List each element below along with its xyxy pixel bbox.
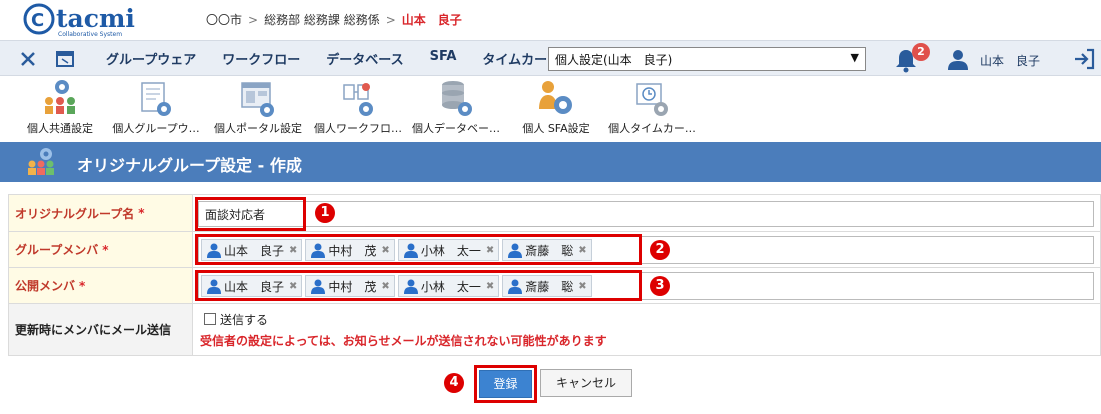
settings-select-value: 個人設定(山本 良子) bbox=[555, 53, 673, 67]
annotation-marker-2: 2 bbox=[650, 240, 670, 260]
tool-personal-database[interactable]: 個人データベー… bbox=[408, 77, 504, 140]
workflow-gear-icon bbox=[343, 83, 373, 116]
nav-groupware[interactable]: グループウェア bbox=[106, 49, 196, 68]
nav-timecard[interactable]: タイムカー bbox=[482, 49, 547, 68]
svg-text:C: C bbox=[31, 10, 44, 31]
top-header: C tacmi Collaborative System 〇〇市 > 総務部 総務課… bbox=[0, 0, 1101, 40]
tool-label: 個人タイムカー… bbox=[608, 122, 696, 135]
tool-personal-sfa[interactable]: 個人 SFA設定 bbox=[508, 77, 604, 140]
submit-button[interactable]: 登録 bbox=[479, 370, 532, 398]
portal-gear-icon bbox=[241, 82, 274, 117]
tool-label: 個人グループウ… bbox=[112, 122, 200, 135]
tool-label: 個人ポータル設定 bbox=[214, 122, 302, 135]
breadcrumb-city[interactable]: 〇〇市 bbox=[206, 13, 242, 27]
annotation-marker-4: 4 bbox=[444, 373, 464, 393]
highlight-box-2 bbox=[195, 234, 642, 265]
breadcrumb: 〇〇市 > 総務部 総務課 総務係 > 山本 良子 bbox=[206, 13, 462, 27]
chevron-down-icon: ▼ bbox=[850, 51, 859, 64]
logout-icon[interactable] bbox=[1072, 47, 1096, 71]
close-icon[interactable] bbox=[16, 47, 40, 71]
group-name-label: オリジナルグループ名 * bbox=[8, 195, 193, 231]
notify-checkbox-label[interactable]: 送信する bbox=[220, 311, 268, 328]
nav-database[interactable]: データベース bbox=[326, 49, 403, 68]
page-title-bar: オリジナルグループ設定 - 作成 bbox=[0, 142, 1101, 182]
svg-text:Collaborative System: Collaborative System bbox=[58, 31, 122, 38]
page-title: オリジナルグループ設定 - 作成 bbox=[77, 156, 302, 175]
nav-menu: グループウェア ワークフロー データベース SFA タイムカー bbox=[106, 49, 573, 68]
svg-text:tacmi: tacmi bbox=[56, 4, 135, 33]
annotation-marker-3: 3 bbox=[650, 276, 670, 296]
settings-select[interactable]: 個人設定(山本 良子) ▼ bbox=[548, 47, 866, 71]
highlight-box-3 bbox=[195, 270, 642, 301]
groupware-gear-icon bbox=[141, 82, 171, 116]
group-members-label: グループメンバ * bbox=[8, 232, 193, 267]
row-notify: 更新時にメンバにメール送信 送信する 受信者の設定によっては、お知らせメールが送… bbox=[8, 304, 1101, 356]
nav-sfa[interactable]: SFA bbox=[430, 49, 457, 68]
public-members-label: 公開メンバ * bbox=[8, 268, 193, 303]
cancel-button[interactable]: キャンセル bbox=[540, 369, 632, 397]
breadcrumb-dept[interactable]: 総務部 総務課 総務係 bbox=[264, 13, 380, 27]
breadcrumb-user: 山本 良子 bbox=[401, 13, 462, 27]
notify-checkbox[interactable] bbox=[204, 313, 216, 325]
people-gear-icon bbox=[28, 148, 54, 175]
tacmi-logo[interactable]: C tacmi Collaborative System bbox=[22, 2, 142, 38]
database-gear-icon bbox=[442, 81, 472, 116]
tool-label: 個人ワークフロ… bbox=[314, 122, 402, 135]
tool-personal-workflow[interactable]: 個人ワークフロ… bbox=[310, 77, 406, 140]
tool-personal-timecard[interactable]: 個人タイムカー… bbox=[604, 77, 700, 140]
main-nav: グループウェア ワークフロー データベース SFA タイムカー 個人設定(山本 … bbox=[0, 40, 1101, 76]
row-group-name: オリジナルグループ名 * 面談対応者 bbox=[8, 194, 1101, 232]
sfa-gear-icon bbox=[539, 81, 572, 114]
tool-personal-groupware[interactable]: 個人グループウ… bbox=[108, 77, 204, 140]
user-icon[interactable] bbox=[946, 47, 970, 71]
highlight-box-1 bbox=[195, 197, 306, 231]
tool-personal-common[interactable]: 個人共通設定 bbox=[12, 77, 108, 140]
tool-label: 個人 SFA設定 bbox=[522, 122, 590, 135]
nav-workflow[interactable]: ワークフロー bbox=[222, 49, 300, 68]
notification-badge: 2 bbox=[912, 43, 930, 61]
annotation-marker-1: 1 bbox=[315, 203, 335, 223]
tool-label: 個人共通設定 bbox=[27, 122, 93, 135]
settings-toolbar: 個人共通設定 個人グループウ… 個人ポータル設定 個人ワークフロ… 個人データベ… bbox=[0, 77, 1101, 140]
timecard-gear-icon bbox=[636, 83, 668, 116]
user-name[interactable]: 山本 良子 bbox=[980, 52, 1040, 69]
notify-cell: 送信する 受信者の設定によっては、お知らせメールが送信されない可能性があります bbox=[193, 304, 1101, 355]
tool-personal-portal[interactable]: 個人ポータル設定 bbox=[210, 77, 306, 140]
window-icon[interactable] bbox=[53, 47, 77, 71]
tool-label: 個人データベー… bbox=[412, 122, 500, 135]
people-gear-icon bbox=[45, 80, 75, 114]
notify-label: 更新時にメンバにメール送信 bbox=[8, 304, 193, 355]
notify-warning: 受信者の設定によっては、お知らせメールが送信されない可能性があります bbox=[200, 334, 607, 348]
